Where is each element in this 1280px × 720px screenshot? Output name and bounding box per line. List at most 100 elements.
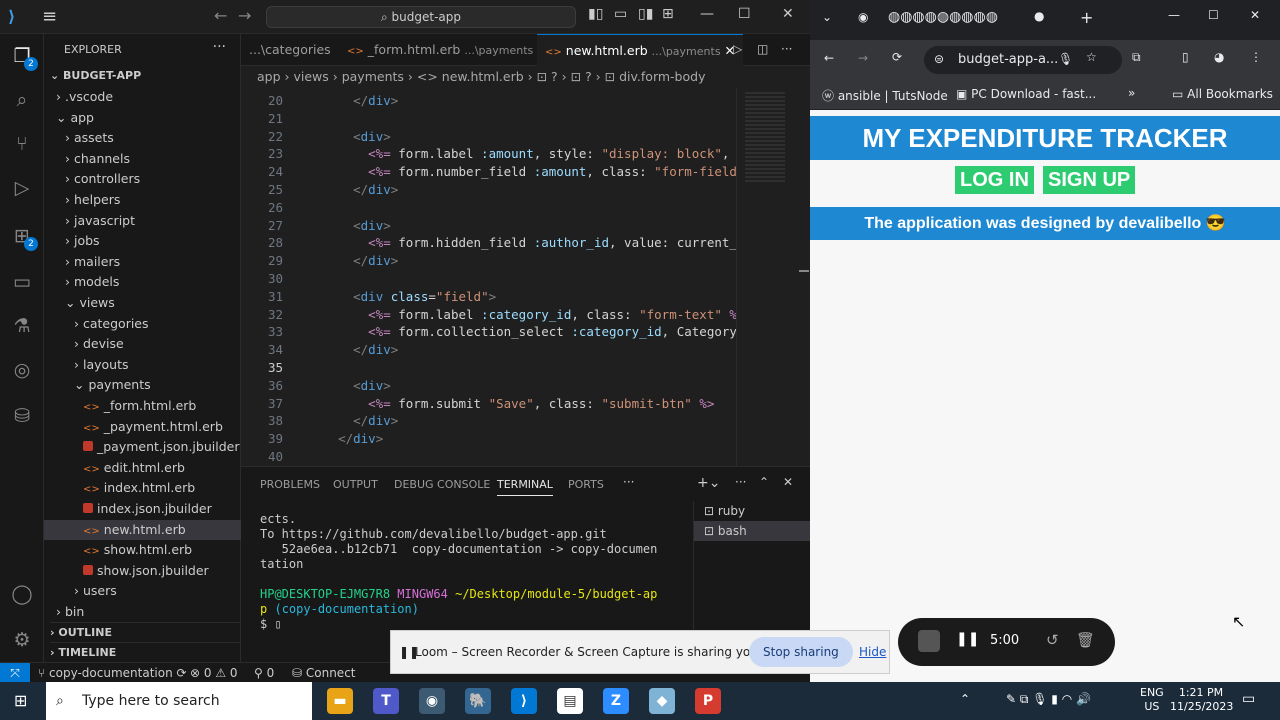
profile-avatar[interactable]: ◕ — [1214, 50, 1224, 64]
command-center-search[interactable]: ⌕ budget-app — [266, 6, 576, 28]
minimize-icon[interactable]: — — [700, 6, 714, 22]
tree-item[interactable]: ⌄ app — [56, 108, 94, 128]
forward-icon[interactable]: → — [858, 51, 868, 65]
pause-recording-icon[interactable]: ❚❚ — [956, 631, 979, 647]
tree-item[interactable]: <> new.html.erb — [44, 519, 241, 540]
stop-recording-icon[interactable] — [918, 630, 940, 652]
restart-icon[interactable]: ↺ — [1046, 631, 1059, 649]
tree-item[interactable]: <> _form.html.erb — [83, 396, 196, 416]
tree-item[interactable]: › models — [65, 272, 119, 292]
vscode-taskbar-icon[interactable]: ⟩ — [511, 688, 537, 714]
delete-icon[interactable]: 🗑 — [1076, 631, 1095, 649]
source-control-icon[interactable]: ⑂ — [10, 132, 34, 156]
connect-status[interactable]: ⛁ Connect — [292, 663, 356, 683]
tree-item[interactable]: › devise — [74, 334, 124, 354]
tree-item[interactable]: › helpers — [65, 190, 120, 210]
tray-chevron-icon[interactable]: ⌃ — [960, 692, 970, 706]
pinned-tabs-icon[interactable]: ◍◍◍◍◍◍◍◍◍ — [888, 9, 998, 25]
back-arrow-icon[interactable]: ← — [214, 6, 227, 25]
run-debug-icon[interactable]: ▷ — [10, 176, 34, 200]
all-bookmarks[interactable]: ▭ All Bookmarks — [1172, 87, 1273, 101]
hide-link[interactable]: Hide — [859, 631, 886, 673]
voice-search-icon[interactable]: 🎙 — [1058, 52, 1073, 66]
explorer-icon[interactable]: ❐ 2 — [10, 44, 38, 71]
notification-icon[interactable]: ▭ — [1242, 691, 1255, 707]
project-root[interactable]: ⌄ BUDGET-APP — [50, 66, 141, 86]
taskbar-search[interactable]: ⌕ Type here to search — [46, 682, 312, 720]
tab-new[interactable]: <> new.html.erb ...\payments ✕ — [537, 34, 744, 66]
new-terminal-icon[interactable]: +⌄ — [697, 475, 720, 491]
side-panel-icon[interactable]: ▯ — [1182, 50, 1189, 64]
github-icon[interactable]: ● — [1034, 9, 1044, 23]
branch-status[interactable]: ⑂ copy-documentation ⟳ — [38, 663, 187, 683]
tree-item[interactable]: › .vscode — [56, 87, 113, 107]
terminal-more-icon[interactable]: ··· — [735, 475, 746, 489]
editor-more-icon[interactable]: ··· — [781, 42, 792, 56]
account-icon[interactable]: ◯ — [10, 582, 34, 606]
pdf-icon[interactable]: P — [695, 688, 721, 714]
bookmark-ansible[interactable]: ⓦ ansible | TutsNode — [822, 87, 948, 104]
explorer-more-icon[interactable]: ··· — [213, 39, 226, 55]
ports-status[interactable]: ⚲ 0 — [254, 663, 274, 683]
remote-icon[interactable]: ⤧ — [0, 663, 30, 683]
close-window-icon[interactable]: ✕ — [782, 6, 794, 22]
tree-item[interactable]: › javascript — [65, 211, 135, 231]
chrome-menu-icon[interactable]: ⋮ — [1250, 50, 1262, 64]
outline-section[interactable]: › OUTLINE — [50, 622, 241, 642]
edge-devtools-icon[interactable]: ◎ — [10, 358, 34, 382]
file-explorer-icon[interactable]: ▬ — [327, 688, 353, 714]
panel-tab[interactable]: TERMINAL — [497, 478, 553, 496]
chrome-close-icon[interactable]: ✕ — [1250, 8, 1260, 22]
close-panel-icon[interactable]: ✕ — [783, 475, 793, 489]
tree-item[interactable]: › jobs — [65, 231, 100, 251]
tree-item[interactable]: index.json.jbuilder — [83, 499, 212, 519]
notepad-icon[interactable]: ▤ — [557, 688, 583, 714]
toggle-panel-icon[interactable]: ▭ — [614, 6, 627, 22]
tree-item[interactable]: › bin — [56, 602, 84, 622]
tree-item[interactable]: › mailers — [65, 252, 120, 272]
problems-status[interactable]: ⊗ 0 ⚠ 0 — [190, 663, 238, 683]
toggle-secondary-sidebar-icon[interactable]: ▯▮ — [638, 6, 653, 22]
reload-icon[interactable]: ⟳ — [892, 50, 902, 64]
tree-item[interactable]: <> show.html.erb — [83, 540, 192, 560]
tree-item[interactable]: › assets — [65, 128, 114, 148]
tree-item[interactable]: › categories — [74, 314, 149, 334]
tree-item[interactable]: › users — [74, 581, 117, 601]
toggle-sidebar-icon[interactable]: ▮▯ — [588, 6, 603, 22]
tab-categories[interactable]: ...\categories — [241, 34, 339, 66]
extensions-icon[interactable]: ⊞ 2 — [10, 224, 38, 251]
chrome-minimize-icon[interactable]: — — [1168, 8, 1180, 22]
tree-item[interactable]: _payment.json.jbuilder — [83, 437, 239, 457]
terminal-ruby[interactable]: ⊡ ruby — [694, 501, 811, 521]
zoom-icon[interactable]: Z — [603, 688, 629, 714]
remote-explorer-icon[interactable]: ▭ — [10, 270, 34, 294]
chrome-maximize-icon[interactable]: ☐ — [1208, 8, 1219, 22]
back-icon[interactable]: ← — [824, 51, 834, 65]
bookmark-pcdownload[interactable]: ▣ PC Download - fast... — [956, 87, 1096, 101]
stop-sharing-button[interactable]: Stop sharing — [749, 637, 853, 667]
testing-icon[interactable]: ⚗ — [10, 314, 34, 338]
tree-item[interactable]: <> index.html.erb — [83, 478, 195, 498]
tab-form[interactable]: <> _form.html.erb ...\payments — [339, 34, 541, 66]
teams-icon[interactable]: T — [373, 688, 399, 714]
split-editor-icon[interactable]: ◫ — [757, 42, 768, 56]
settings-gear-icon[interactable]: ⚙ — [10, 628, 34, 652]
code-editor[interactable]: 20 </div> 21 22 <div> 23 <%= form.label :am… — [241, 88, 736, 466]
language-indicator[interactable]: ENG US — [1140, 686, 1164, 714]
terminal-output[interactable]: ects. To https://github.com/devalibello/… — [260, 512, 680, 632]
forward-arrow-icon[interactable]: → — [238, 6, 251, 25]
more-bookmarks-icon[interactable]: » — [1128, 86, 1135, 100]
timeline-section[interactable]: › TIMELINE — [50, 642, 241, 662]
site-info-icon[interactable]: ⊜ — [934, 52, 944, 66]
app-icon[interactable]: ◆ — [649, 688, 675, 714]
search-icon[interactable]: ⌕ — [10, 88, 34, 112]
database-icon[interactable]: ⛁ — [10, 404, 34, 428]
panel-tab[interactable]: DEBUG CONSOLE — [394, 478, 490, 491]
bookmark-star-icon[interactable]: ☆ — [1086, 50, 1097, 64]
login-button[interactable]: LOG IN — [955, 166, 1034, 194]
chrome-taskbar-icon[interactable]: ◉ — [419, 688, 445, 714]
tree-item[interactable]: <> edit.html.erb — [83, 458, 185, 478]
tray-apps-icon[interactable]: ✎ ⧉ 🎙 ▮ ◠ 🔊 — [1006, 692, 1091, 707]
windows-start-icon[interactable]: ⊞ — [14, 691, 27, 710]
tree-item[interactable]: › layouts — [74, 355, 129, 375]
